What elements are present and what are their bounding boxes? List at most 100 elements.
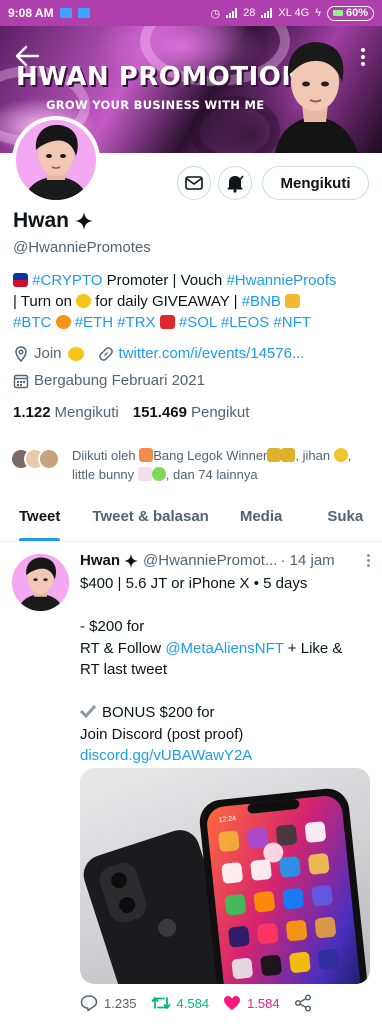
twitter-icon: [77, 8, 90, 18]
fb-text-part: Bang Legok Winner: [153, 448, 268, 463]
bio-line: #BTC #ETH #TRX #SOL #LEOS #NFT: [13, 312, 373, 333]
profile-tabs: Tweet Tweet & balasan Media Suka: [0, 498, 382, 542]
banner-subtitle: GROW YOUR BUSINESS WITH ME: [46, 98, 265, 112]
tweet-text-part: + Like &: [283, 639, 343, 657]
notifications-button[interactable]: [218, 166, 252, 200]
hashtag-link[interactable]: #NFT: [273, 314, 311, 331]
followers-you-know-avatars: [10, 446, 66, 472]
retweet-icon: [151, 997, 170, 1009]
pointing-hand-icon: [67, 346, 84, 361]
hashtag-link[interactable]: #TRX: [117, 314, 155, 331]
share-button[interactable]: [294, 994, 312, 1012]
fb-text-part: Diikuti oleh: [72, 448, 140, 463]
iphone-photo: 12:24: [83, 788, 370, 984]
profile-joined: Bergabung Februari 2021: [13, 372, 205, 389]
dot-icon: [361, 62, 365, 66]
dot-icon: [367, 564, 370, 567]
hashtag-link[interactable]: #BTC: [13, 314, 51, 331]
bee-icon: [333, 448, 348, 462]
profile-name: Hwan: [13, 209, 70, 232]
followers-stat[interactable]: 151.469 Pengikut: [133, 404, 250, 421]
hashtag-link[interactable]: #HwannieProofs: [226, 272, 336, 289]
tweet-line: Join Discord (post proof): [80, 725, 244, 743]
mention-link[interactable]: @MetaAliensNFT: [165, 640, 283, 657]
following-button[interactable]: Mengikuti: [262, 166, 369, 200]
hashtag-link[interactable]: #BNB: [242, 293, 281, 310]
tweet-author-handle[interactable]: @HwanniePromot...: [143, 552, 277, 569]
tweet-header: Hwan @HwanniePromot... · 14 jam: [80, 552, 370, 569]
bell-check-icon: [227, 175, 244, 193]
hashtag-link[interactable]: #SOL: [179, 314, 217, 331]
following-stat[interactable]: 1.122 Mengikuti: [13, 404, 119, 421]
like-button[interactable]: 1.584: [223, 995, 280, 1011]
followed-by[interactable]: Diikuti oleh Bang Legok Winner , jihan , …: [10, 446, 372, 484]
tab-tweets-replies[interactable]: Tweet & balasan: [92, 498, 208, 541]
tweet-author-name[interactable]: Hwan: [80, 552, 120, 569]
checkmark-icon: [79, 704, 97, 719]
profile-bio: #CRYPTO Promoter | Vouch #HwannieProofs …: [13, 270, 373, 333]
tweet-time[interactable]: · 14 jam: [280, 552, 334, 569]
tweet-line: [80, 681, 370, 703]
sparkle-icon: [124, 553, 139, 568]
alarm-icon: ◷: [210, 7, 221, 20]
sparkle-icon: [75, 212, 94, 230]
reply-button[interactable]: 1.235: [80, 994, 137, 1012]
signal-icon: [226, 8, 238, 18]
avatar: [38, 448, 60, 470]
bell-emoji-icon: [76, 294, 92, 308]
dot-icon: [361, 55, 365, 59]
dot-icon: [367, 559, 370, 562]
signal-icon: [261, 8, 273, 18]
bnb-icon: [285, 294, 301, 308]
joined-date: Bergabung Februari 2021: [34, 372, 205, 389]
trophy-icon: [267, 448, 282, 462]
retweet-count: 4.584: [176, 995, 210, 1011]
profile-stats: 1.122 Mengikuti 151.469 Pengikut: [13, 404, 249, 421]
status-badge-count: 28: [243, 7, 256, 19]
tweet-media-image[interactable]: 12:24: [80, 768, 370, 984]
tweet-text-part: BONUS $200 for: [102, 704, 215, 721]
tweet-line: [80, 595, 370, 617]
hashtag-link[interactable]: #CRYPTO: [32, 272, 102, 289]
share-icon: [294, 994, 311, 1012]
bio-line: #CRYPTO Promoter | Vouch #HwannieProofs: [13, 270, 373, 291]
fb-text-part: , dan 74 lainnya: [165, 467, 258, 482]
status-bar: 9:08 AM ◷ 28 XL 4G ϟ 60%: [0, 0, 382, 26]
tweet-line: RT & Follow @MetaAliensNFT + Like &: [80, 638, 370, 660]
tab-tweets[interactable]: Tweet: [19, 498, 61, 541]
green-heart-icon: [151, 467, 166, 481]
tab-likes[interactable]: Suka: [327, 498, 363, 541]
hashtag-link[interactable]: #ETH: [75, 314, 113, 331]
tweet-line: BONUS $200 for: [79, 702, 370, 724]
hashtag-link[interactable]: #LEOS: [221, 314, 269, 331]
status-time: 9:08 AM: [8, 6, 54, 20]
dot-icon: [361, 48, 365, 52]
tweet-line: RT last tweet: [80, 661, 167, 678]
followed-by-text: Diikuti oleh Bang Legok Winner , jihan , …: [72, 446, 372, 484]
avatar[interactable]: [12, 116, 100, 204]
tweet-more-button[interactable]: [367, 554, 370, 567]
tweet-line: - $200 for: [80, 618, 145, 635]
bio-text: | Turn on: [13, 293, 77, 310]
rabbit-icon: [137, 467, 152, 481]
fb-text-part: , jihan: [295, 448, 331, 463]
location-pin-icon: [15, 345, 27, 362]
avatar-illustration: [12, 554, 69, 611]
reply-icon: [80, 995, 98, 1012]
more-options-button[interactable]: [358, 44, 368, 70]
following-label: Mengikuti: [54, 404, 119, 421]
bio-text: for daily GIVEAWAY |: [91, 293, 242, 310]
profile-url[interactable]: twitter.com/i/events/14576...: [119, 345, 305, 362]
retweet-button[interactable]: 4.584: [151, 994, 210, 1012]
message-button[interactable]: [177, 166, 211, 200]
discord-link[interactable]: discord.gg/vUBAWawY2A: [80, 745, 370, 767]
tab-media[interactable]: Media: [240, 498, 283, 541]
tweet-avatar[interactable]: [12, 554, 69, 611]
profile-meta: Join twitter.com/i/events/14576...: [13, 345, 304, 362]
calendar-icon: [13, 374, 29, 388]
battery-indicator: 60%: [326, 5, 374, 21]
reply-count: 1.235: [104, 995, 137, 1011]
link-icon: [98, 346, 113, 361]
bio-line: | Turn on for daily GIVEAWAY | #BNB: [13, 291, 373, 312]
messenger-icon: [59, 8, 72, 18]
